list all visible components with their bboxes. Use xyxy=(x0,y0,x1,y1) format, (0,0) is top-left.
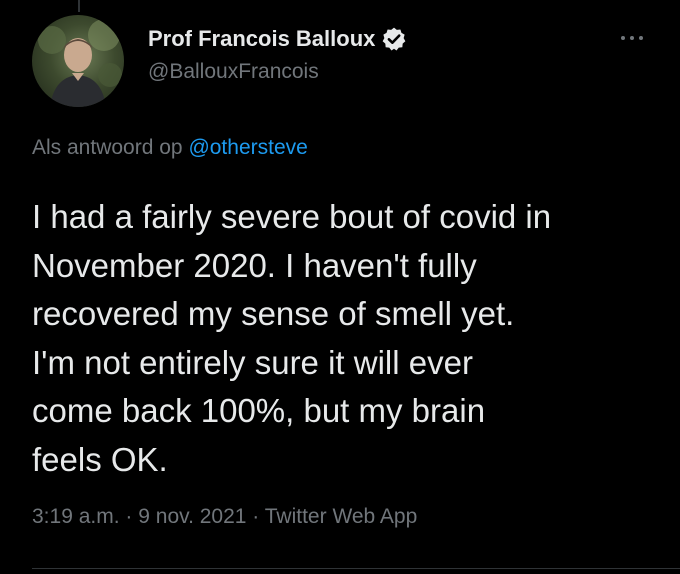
tweet-date-link[interactable]: 9 nov. 2021 xyxy=(138,505,246,528)
tweet-card: Prof Francois Balloux @BallouxFrancois A… xyxy=(0,0,680,574)
thread-connector-line xyxy=(78,0,80,12)
tweet-text-line: come back 100%, but my brain xyxy=(32,392,486,429)
more-options-icon[interactable] xyxy=(614,28,650,48)
tweet-text-line: November 2020. I haven't fully xyxy=(32,246,477,284)
author-handle[interactable]: @BallouxFrancois xyxy=(148,60,319,84)
author-display-name[interactable]: Prof Francois Balloux xyxy=(148,26,375,52)
author-name-row: Prof Francois Balloux xyxy=(148,24,407,54)
verified-badge-icon xyxy=(381,26,407,52)
reply-mention-link[interactable]: @othersteve xyxy=(188,136,307,159)
reply-context: Als antwoord op @othersteve xyxy=(32,136,308,160)
more-dot xyxy=(621,36,625,40)
avatar-photo-icon xyxy=(38,19,122,107)
tweet-text-line: feels OK. xyxy=(32,440,168,478)
tweet-text-line: I'm not entirely sure it will ever xyxy=(32,343,473,381)
meta-separator: · xyxy=(252,505,260,528)
reply-prefix: Als antwoord op xyxy=(32,136,183,159)
more-dot xyxy=(630,36,634,40)
avatar[interactable] xyxy=(32,15,124,107)
tweet-text: I had a fairly severe bout of covid in N… xyxy=(32,193,662,484)
tweet-metadata: 3:19 a.m. · 9 nov. 2021 · Twitter Web Ap… xyxy=(32,505,417,529)
meta-separator: · xyxy=(125,505,133,528)
divider xyxy=(32,568,680,569)
tweet-text-line: recovered my sense of smell yet. xyxy=(32,295,515,332)
tweet-source-link[interactable]: Twitter Web App xyxy=(265,505,418,528)
tweet-text-line: I had a fairly severe bout of covid in xyxy=(32,198,552,235)
more-dot xyxy=(639,36,643,40)
tweet-time-link[interactable]: 3:19 a.m. xyxy=(32,505,120,528)
